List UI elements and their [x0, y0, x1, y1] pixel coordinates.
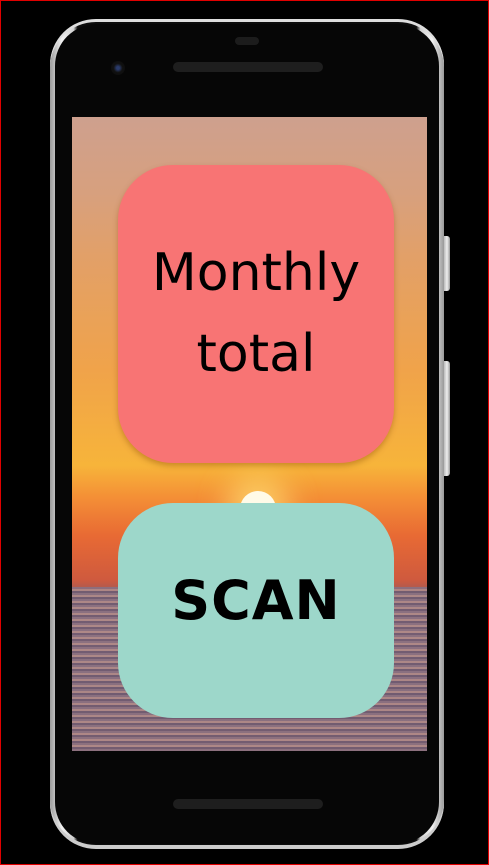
front-camera-icon	[111, 61, 125, 75]
scan-label: SCAN	[171, 569, 341, 632]
scan-button[interactable]: SCAN	[118, 503, 394, 718]
monthly-total-label-line1: Monthly	[151, 243, 361, 304]
app-screen: Monthly total SCAN	[72, 117, 427, 751]
bottom-speaker	[173, 799, 323, 809]
earpiece-speaker	[173, 62, 323, 72]
monthly-total-button[interactable]: Monthly total	[118, 165, 394, 463]
volume-button	[444, 361, 450, 476]
sensor	[235, 37, 259, 45]
monthly-total-label-line2: total	[196, 324, 316, 384]
power-button	[444, 236, 450, 291]
